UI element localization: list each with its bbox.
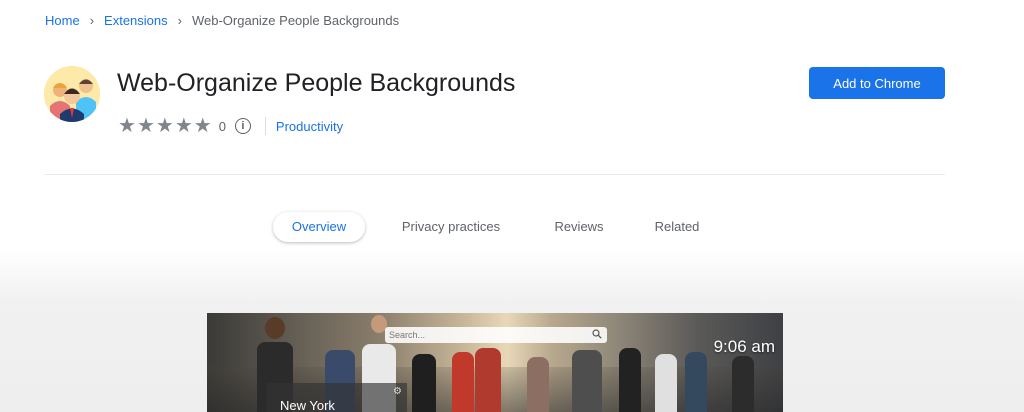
chevron-right-icon: ›: [177, 13, 182, 28]
preview-city-name: New York: [280, 398, 335, 412]
breadcrumb-current: Web-Organize People Backgrounds: [191, 13, 400, 28]
person-figure: [572, 350, 602, 412]
preview-clock: 9:06 am: [713, 337, 775, 356]
gear-icon: ⚙: [393, 386, 402, 397]
search-icon: [592, 329, 602, 339]
person-figure: [475, 348, 501, 412]
tab-privacy-practices[interactable]: Privacy practices: [392, 212, 510, 242]
category-link[interactable]: Productivity: [276, 119, 343, 134]
person-figure: [619, 348, 641, 412]
person-figure: [452, 352, 474, 412]
divider: [264, 117, 266, 135]
breadcrumb-home-link[interactable]: Home: [45, 13, 80, 28]
preview-search-placeholder: Search...: [389, 330, 426, 340]
preview-screenshot[interactable]: Search... 9:06 am New York ⚙: [207, 313, 783, 412]
chevron-right-icon: ›: [89, 13, 95, 28]
rating-count: 0: [218, 118, 226, 134]
tab-related[interactable]: Related: [647, 212, 707, 242]
tab-overview[interactable]: Overview: [273, 212, 365, 242]
star-icon: ★: [174, 115, 193, 137]
tab-reviews[interactable]: Reviews: [547, 212, 611, 242]
info-icon[interactable]: i: [234, 118, 251, 134]
breadcrumb-extensions-link[interactable]: Extensions: [104, 13, 168, 28]
star-icon: ★: [155, 115, 174, 137]
divider: [44, 174, 945, 175]
breadcrumb: Home › Extensions › Web-Organize People …: [45, 13, 399, 28]
add-to-chrome-button[interactable]: Add to Chrome: [809, 67, 945, 99]
extension-logo-icon: [44, 66, 100, 122]
person-head: [265, 317, 285, 339]
star-icon: ★: [118, 115, 136, 137]
preview-city-card: New York ⚙: [267, 383, 407, 412]
person-figure: [527, 357, 549, 412]
person-figure: [655, 354, 677, 412]
star-icon: ★: [193, 115, 212, 137]
preview-search-input: Search...: [385, 327, 607, 343]
extension-title: Web-Organize People Backgrounds: [117, 69, 516, 97]
tab-bar: Overview Privacy practices Reviews Relat…: [0, 212, 1024, 242]
person-figure: [732, 356, 754, 412]
rating-row: ★ ★ ★ ★ ★ 0 i Productivity: [118, 116, 343, 136]
person-figure: [412, 354, 436, 412]
star-icon: ★: [136, 115, 155, 137]
person-figure: [685, 352, 707, 412]
